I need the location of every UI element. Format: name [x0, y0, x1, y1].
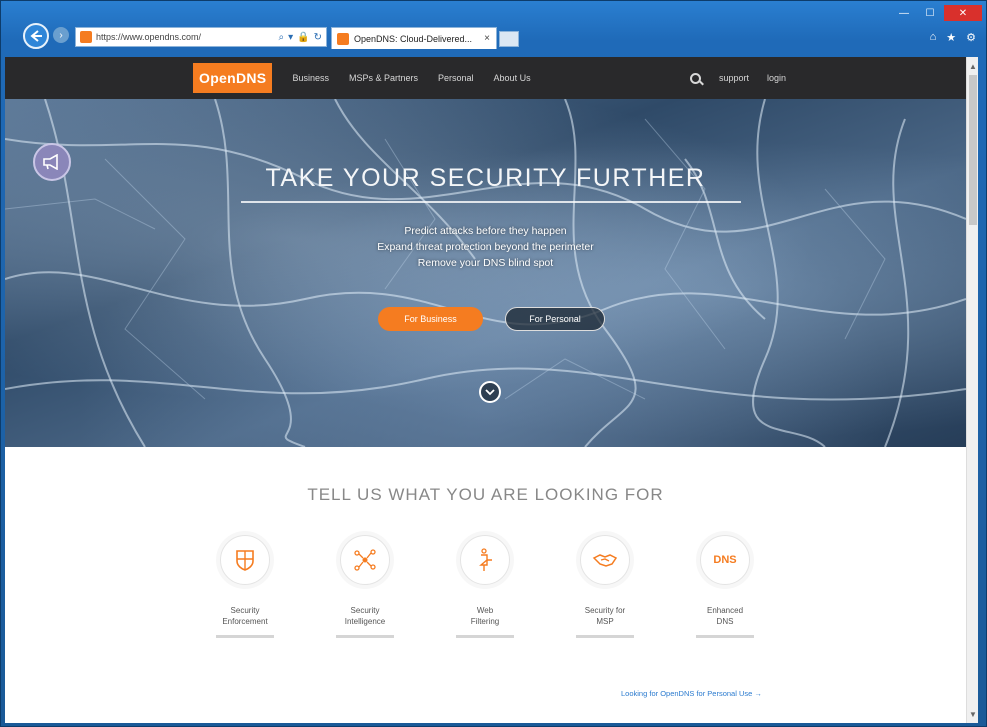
card-label: Web Filtering: [445, 605, 525, 627]
refresh-icon[interactable]: ↻: [314, 32, 322, 43]
section-title: TELL US WHAT YOU ARE LOOKING FOR: [307, 485, 664, 504]
card-underline: [456, 635, 514, 638]
card-label-line: Web: [476, 606, 494, 615]
service-cards: Security Enforcement Security Intelligen…: [205, 535, 765, 665]
close-button[interactable]: ✕: [944, 5, 982, 21]
card-label-line: Security: [230, 606, 260, 615]
minimize-button[interactable]: —: [892, 5, 916, 21]
lock-icon[interactable]: 🔒: [297, 32, 309, 43]
hero-divider: [241, 201, 741, 203]
hero-line-1: Predict attacks before they happen: [404, 225, 567, 237]
page-viewport: OpenDNS Business MSPs & Partners Persona…: [5, 57, 978, 723]
card-security-for-msp[interactable]: Security for MSP: [565, 535, 645, 638]
forward-button[interactable]: ›: [53, 27, 69, 43]
nav-utility: support login: [689, 72, 786, 84]
scroll-up-arrow-icon[interactable]: ▲: [967, 59, 978, 73]
shield-icon: [220, 535, 270, 585]
hero-banner: TAKE YOUR SECURITY FURTHER Predict attac…: [5, 99, 966, 447]
main-nav: Business MSPs & Partners Personal About …: [292, 73, 530, 83]
filter-icon: [460, 535, 510, 585]
dns-glyph: DNS: [713, 554, 737, 566]
nav-support[interactable]: support: [719, 73, 749, 83]
address-url[interactable]: https://www.opendns.com/: [96, 32, 279, 42]
address-bar[interactable]: https://www.opendns.com/ ⌕ ▾ 🔒 ↻: [75, 27, 327, 47]
card-label-line: Intelligence: [344, 617, 386, 626]
home-icon[interactable]: ⌂: [930, 31, 937, 44]
site-header: OpenDNS Business MSPs & Partners Persona…: [5, 57, 966, 99]
browser-window: › https://www.opendns.com/ ⌕ ▾ 🔒 ↻ OpenD…: [0, 0, 987, 727]
card-security-enforcement[interactable]: Security Enforcement: [205, 535, 285, 638]
personal-use-link[interactable]: Looking for OpenDNS for Personal Use →: [621, 689, 762, 698]
scrollbar-thumb[interactable]: [969, 75, 977, 225]
card-label: Security for MSP: [565, 605, 645, 627]
scroll-down-arrow-icon[interactable]: ▼: [967, 707, 978, 721]
search-icon[interactable]: ⌕: [279, 32, 285, 43]
hero-line-3: Remove your DNS blind spot: [417, 257, 554, 269]
site-favicon-icon: [80, 31, 92, 43]
card-web-filtering[interactable]: Web Filtering: [445, 535, 525, 638]
scroll-down-button[interactable]: [479, 381, 501, 403]
browser-titlebar: › https://www.opendns.com/ ⌕ ▾ 🔒 ↻ OpenD…: [1, 1, 987, 57]
card-label-line: Filtering: [470, 617, 500, 626]
back-arrow-icon: [30, 30, 42, 42]
nav-about-us[interactable]: About Us: [494, 73, 531, 83]
favorites-icon[interactable]: ★: [946, 31, 956, 44]
network-icon: [340, 535, 390, 585]
dns-icon: DNS: [700, 535, 750, 585]
card-label-line: Security for: [584, 606, 626, 615]
settings-gear-icon[interactable]: ⚙: [966, 31, 976, 44]
address-tools: ⌕ ▾ 🔒 ↻: [279, 32, 326, 43]
card-underline: [216, 635, 274, 638]
browser-tab[interactable]: OpenDNS: Cloud-Delivered... ×: [331, 27, 497, 49]
card-underline: [696, 635, 754, 638]
card-enhanced-dns[interactable]: DNS Enhanced DNS: [685, 535, 765, 638]
back-button[interactable]: [23, 23, 49, 49]
hero-line-2: Expand threat protection beyond the peri…: [377, 241, 594, 253]
card-underline: [576, 635, 634, 638]
tab-close-button[interactable]: ×: [478, 33, 496, 44]
card-underline: [336, 635, 394, 638]
nav-login[interactable]: login: [767, 73, 786, 83]
site-search-icon[interactable]: [689, 72, 701, 84]
card-label: Security Intelligence: [325, 605, 405, 627]
hero-title: TAKE YOUR SECURITY FURTHER: [265, 164, 706, 192]
card-label-line: Enhanced: [706, 606, 744, 615]
card-label: Security Enforcement: [205, 605, 285, 627]
nav-msps-partners[interactable]: MSPs & Partners: [349, 73, 418, 83]
card-label: Enhanced DNS: [685, 605, 765, 627]
tab-favicon-icon: [337, 32, 349, 45]
hero-tagline: Predict attacks before they happen Expan…: [5, 223, 966, 271]
handshake-icon: [580, 535, 630, 585]
maximize-button[interactable]: ☐: [918, 5, 942, 21]
tab-title: OpenDNS: Cloud-Delivered...: [354, 33, 473, 44]
card-label-line: Security: [350, 606, 380, 615]
opendns-logo[interactable]: OpenDNS: [193, 63, 273, 93]
new-tab-button[interactable]: [499, 31, 519, 47]
for-business-button[interactable]: For Business: [378, 307, 483, 331]
dropdown-icon[interactable]: ▾: [288, 32, 293, 43]
chevron-down-icon: [485, 389, 495, 396]
for-personal-button[interactable]: For Personal: [505, 307, 605, 331]
window-controls: — ☐ ✕: [892, 5, 982, 21]
page-scrollbar[interactable]: ▲ ▼: [966, 57, 978, 723]
card-label-line: DNS: [716, 617, 734, 626]
card-label-line: Enforcement: [222, 617, 268, 626]
nav-personal[interactable]: Personal: [438, 73, 474, 83]
nav-business[interactable]: Business: [292, 73, 329, 83]
card-security-intelligence[interactable]: Security Intelligence: [325, 535, 405, 638]
browser-toolbar: ⌂ ★ ⚙: [930, 31, 976, 44]
card-label-line: MSP: [596, 617, 614, 626]
